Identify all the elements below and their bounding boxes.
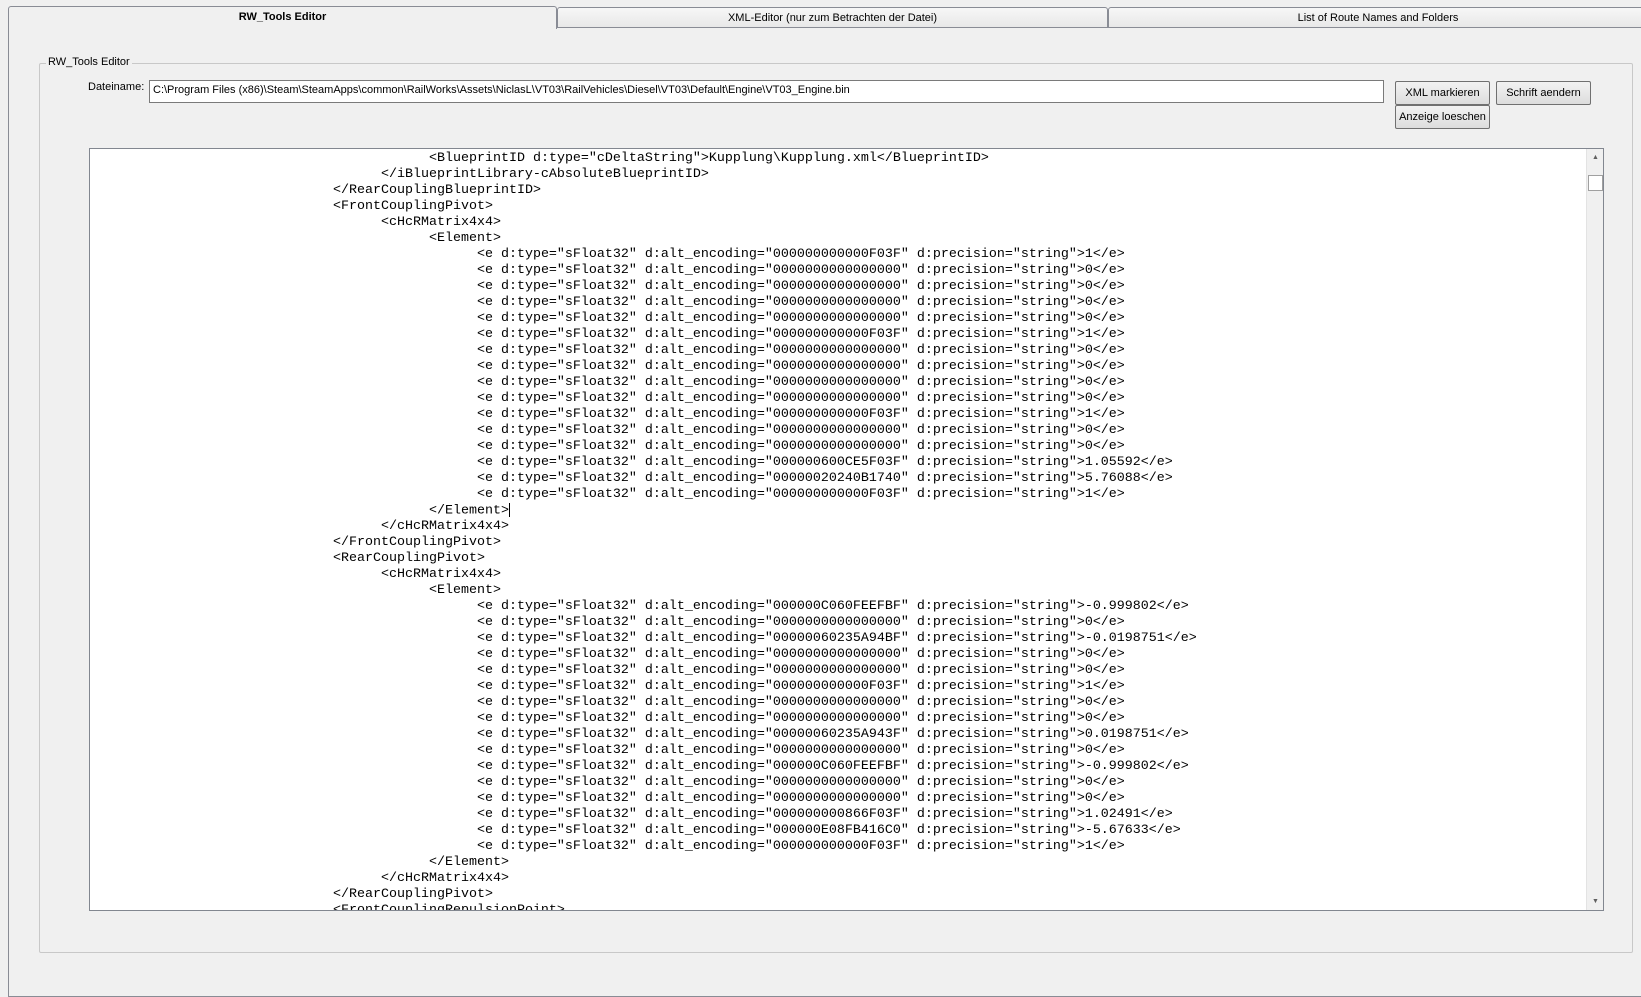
code-line: </iBlueprintLibrary-cAbsoluteBlueprintID… [237,167,709,182]
code-line: <e d:type="sFloat32" d:alt_encoding="000… [237,327,1125,342]
code-line: <cHcRMatrix4x4> [237,215,501,230]
code-line: <e d:type="sFloat32" d:alt_encoding="000… [237,311,1125,326]
code-line: <e d:type="sFloat32" d:alt_encoding="000… [237,839,1125,854]
scroll-down-icon[interactable]: ▼ [1587,893,1603,910]
tab-xml-editor[interactable]: XML-Editor (nur zum Betrachten der Datei… [557,7,1108,28]
code-line: <e d:type="sFloat32" d:alt_encoding="000… [237,471,1173,486]
code-line: <e d:type="sFloat32" d:alt_encoding="000… [237,487,1125,502]
code-line: <e d:type="sFloat32" d:alt_encoding="000… [237,791,1125,806]
code-line: <e d:type="sFloat32" d:alt_encoding="000… [237,743,1125,758]
groupbox-title: RW_Tools Editor [46,56,132,68]
code-line: </cHcRMatrix4x4> [237,519,509,534]
code-line: <e d:type="sFloat32" d:alt_encoding="000… [237,775,1125,790]
code-line: </RearCouplingPivot> [237,887,493,902]
code-line: <BlueprintID d:type="cDeltaString">Kuppl… [237,151,989,166]
code-line: <Element> [237,583,501,598]
code-line: <RearCouplingPivot> [237,551,485,566]
code-line: </RearCouplingBlueprintID> [237,183,541,198]
code-line: <e d:type="sFloat32" d:alt_encoding="000… [237,631,1197,646]
code-line: <e d:type="sFloat32" d:alt_encoding="000… [237,647,1125,662]
code-line: <e d:type="sFloat32" d:alt_encoding="000… [237,599,1189,614]
vertical-scrollbar[interactable]: ▲ ▼ [1586,149,1603,910]
xml-content[interactable]: <BlueprintID d:type="cDeltaString">Kuppl… [90,149,1585,910]
code-line: </Element> [237,855,509,870]
scroll-thumb[interactable] [1588,175,1603,191]
code-line: <e d:type="sFloat32" d:alt_encoding="000… [237,823,1181,838]
text-caret [508,503,510,517]
code-line: <e d:type="sFloat32" d:alt_encoding="000… [237,375,1125,390]
tab-route-names[interactable]: List of Route Names and Folders [1108,7,1641,28]
code-line: <e d:type="sFloat32" d:alt_encoding="000… [237,439,1125,454]
code-line: <e d:type="sFloat32" d:alt_encoding="000… [237,279,1125,294]
code-line: <e d:type="sFloat32" d:alt_encoding="000… [237,695,1125,710]
code-line: <e d:type="sFloat32" d:alt_encoding="000… [237,391,1125,406]
code-line: <e d:type="sFloat32" d:alt_encoding="000… [237,407,1125,422]
code-line: <e d:type="sFloat32" d:alt_encoding="000… [237,663,1125,678]
code-line: <e d:type="sFloat32" d:alt_encoding="000… [237,343,1125,358]
code-line: <e d:type="sFloat32" d:alt_encoding="000… [237,759,1189,774]
scroll-up-icon[interactable]: ▲ [1587,149,1603,166]
code-line: <cHcRMatrix4x4> [237,567,501,582]
code-line: <e d:type="sFloat32" d:alt_encoding="000… [237,263,1125,278]
code-line: <e d:type="sFloat32" d:alt_encoding="000… [237,455,1173,470]
code-line: <e d:type="sFloat32" d:alt_encoding="000… [237,711,1125,726]
code-line: <e d:type="sFloat32" d:alt_encoding="000… [237,359,1125,374]
code-line: <FrontCouplingPivot> [237,199,493,214]
tab-rw-tools-editor[interactable]: RW_Tools Editor [8,6,557,29]
xml-text-area[interactable]: <BlueprintID d:type="cDeltaString">Kuppl… [89,148,1604,911]
code-line: <e d:type="sFloat32" d:alt_encoding="000… [237,679,1125,694]
code-line: <e d:type="sFloat32" d:alt_encoding="000… [237,807,1173,822]
code-line: </Element> [237,503,510,519]
code-line: <e d:type="sFloat32" d:alt_encoding="000… [237,423,1125,438]
code-line: <e d:type="sFloat32" d:alt_encoding="000… [237,247,1125,262]
code-line: <e d:type="sFloat32" d:alt_encoding="000… [237,295,1125,310]
filename-label: Dateiname: [88,81,145,93]
code-line: <FrontCouplingRepulsionPoint> [237,903,1585,910]
change-font-button[interactable]: Schrift aendern [1496,81,1591,105]
xml-mark-button[interactable]: XML markieren [1395,81,1490,105]
code-line: </cHcRMatrix4x4> [237,871,509,886]
code-line: <Element> [237,231,501,246]
clear-display-button[interactable]: Anzeige loeschen [1395,105,1490,129]
code-line: </FrontCouplingPivot> [237,535,501,550]
filename-input[interactable]: C:\Program Files (x86)\Steam\SteamApps\c… [149,80,1384,103]
code-line: <e d:type="sFloat32" d:alt_encoding="000… [237,615,1125,630]
code-line: <e d:type="sFloat32" d:alt_encoding="000… [237,727,1189,742]
